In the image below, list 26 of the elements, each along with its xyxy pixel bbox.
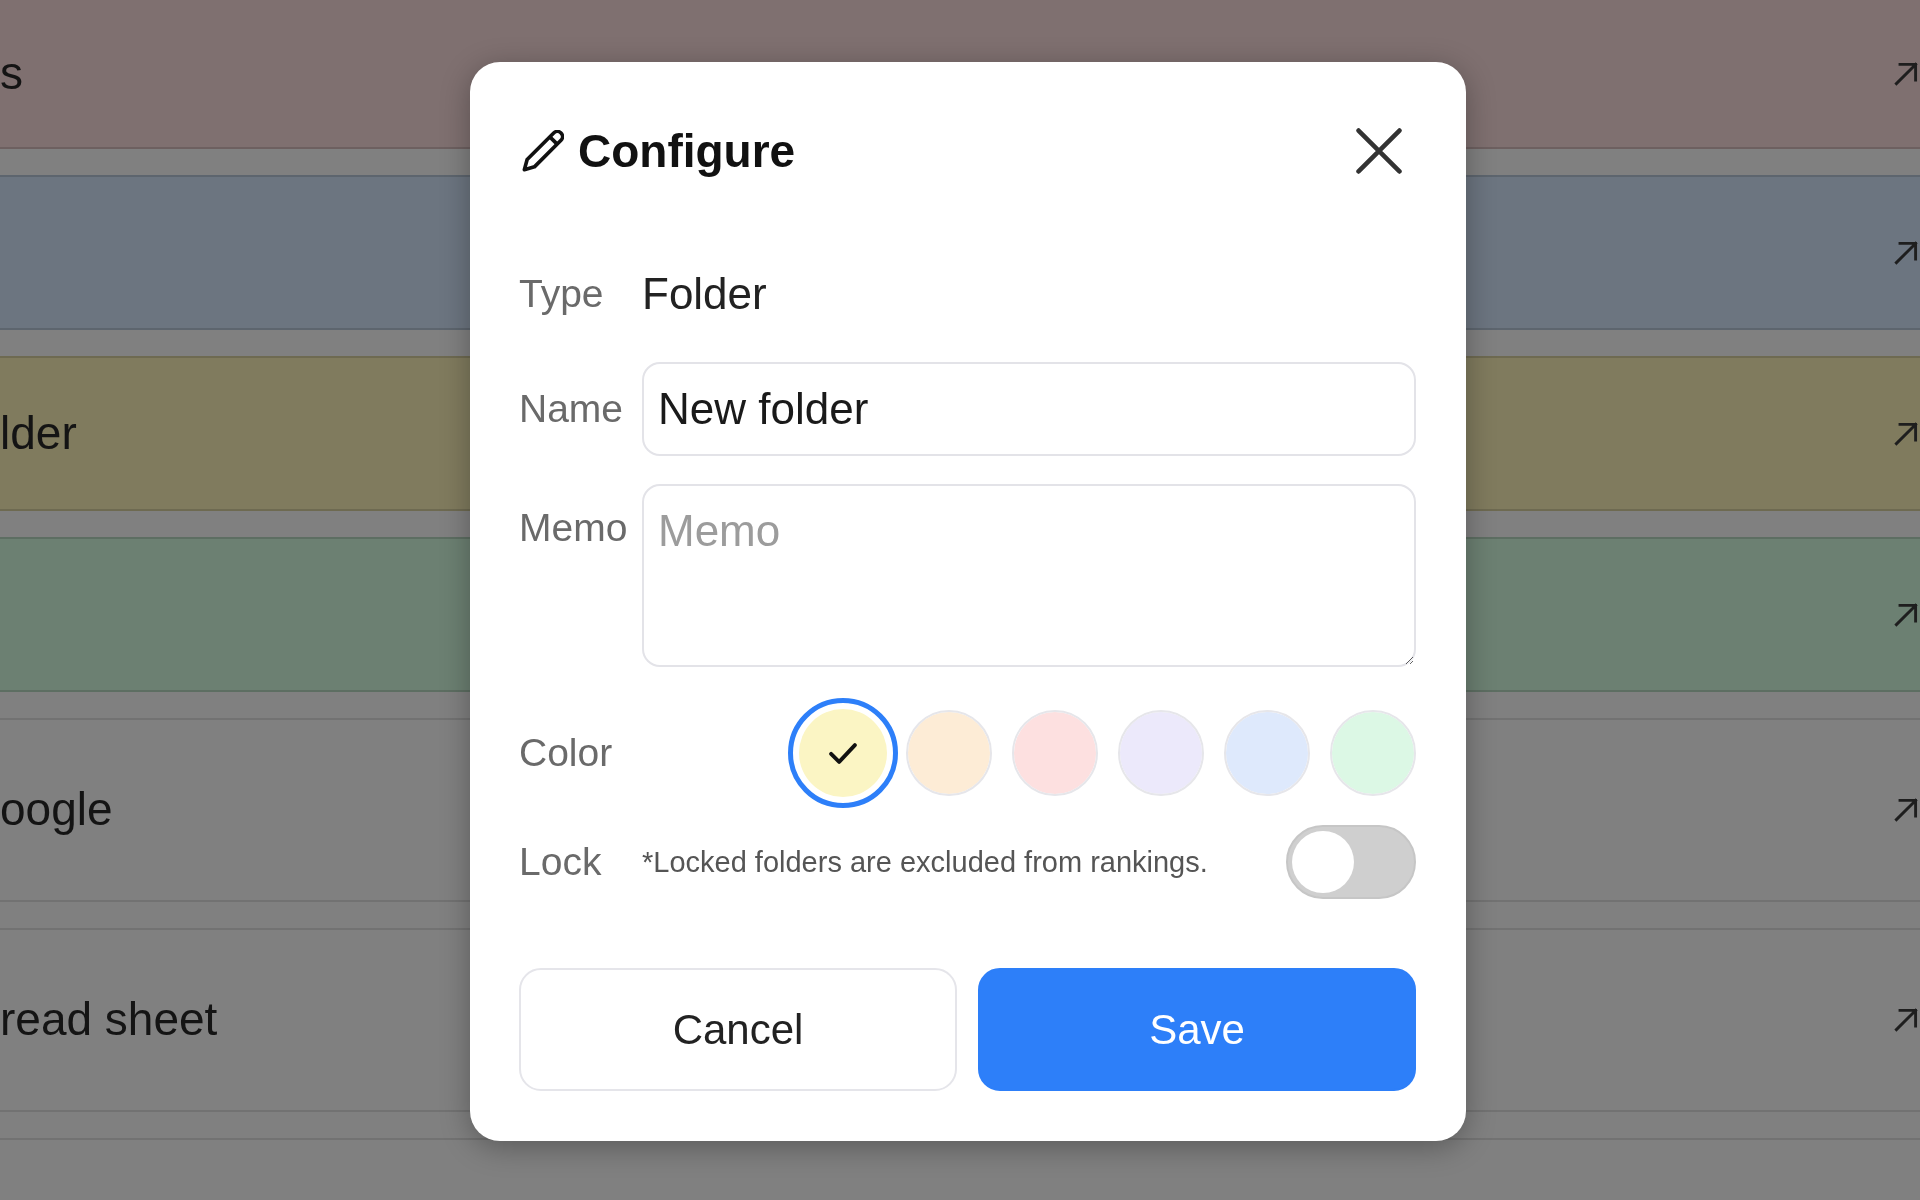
check-icon — [829, 742, 857, 764]
field-label: Name — [519, 386, 625, 432]
arrow-icon — [1894, 1008, 1918, 1032]
arrow-icon — [1894, 798, 1918, 822]
dialog-title: Configure — [578, 124, 796, 178]
field-label: Type — [519, 271, 605, 317]
pencil-icon — [522, 130, 564, 172]
memo-textarea[interactable]: Memo — [642, 484, 1416, 667]
close-button[interactable] — [1356, 128, 1402, 174]
row-title: oogle — [0, 782, 113, 838]
field-label: Lock — [519, 839, 603, 885]
arrow-icon — [1894, 61, 1918, 86]
row-title: read sheet — [0, 992, 218, 1048]
arrow-icon — [1894, 602, 1918, 627]
lock-note: *Locked folders are excluded from rankings. — [642, 845, 1208, 879]
field-label: Color — [519, 730, 614, 776]
name-input[interactable]: New folder — [642, 362, 1416, 456]
cancel-button[interactable]: Cancel — [519, 968, 957, 1091]
arrow-icon — [1894, 240, 1918, 265]
row-title: s — [0, 45, 23, 101]
arrow-icon — [1894, 421, 1918, 446]
row-title: lder — [0, 405, 77, 461]
field-label: Memo — [519, 505, 629, 551]
type-value: Folder — [642, 269, 768, 319]
save-button[interactable]: Save — [978, 968, 1416, 1091]
close-icon — [1356, 128, 1402, 174]
